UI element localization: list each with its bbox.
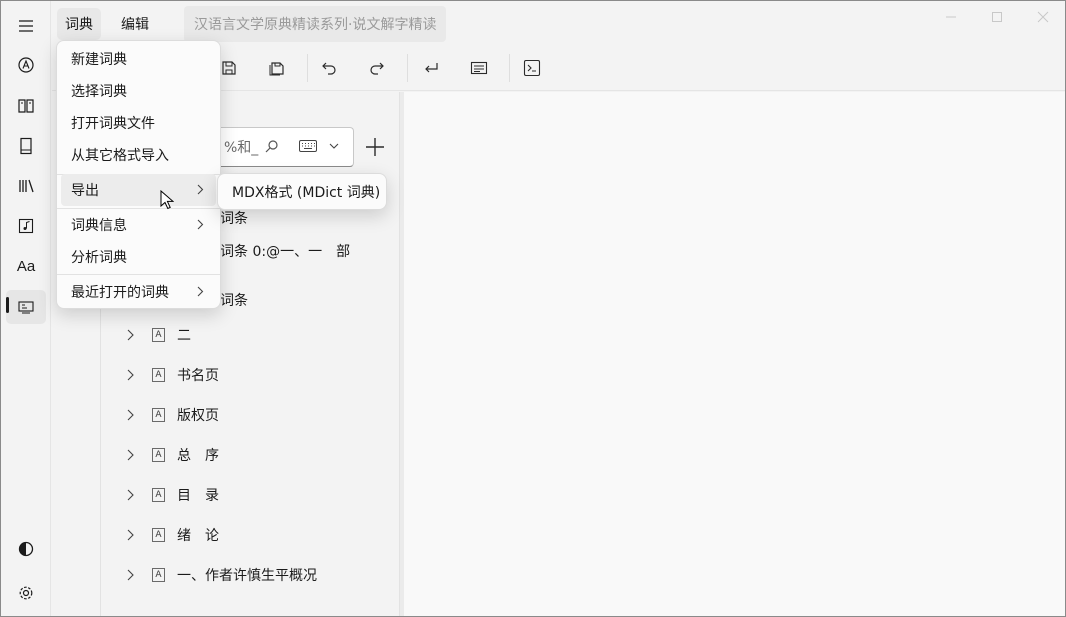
chevron-right-icon[interactable] — [126, 449, 134, 461]
minimize-icon[interactable] — [928, 1, 974, 33]
theme-icon[interactable] — [6, 532, 46, 566]
hamburger-icon[interactable] — [6, 9, 46, 43]
chevron-right-icon[interactable] — [126, 569, 134, 581]
tree-row[interactable]: A 一、作者许慎生平概况 — [101, 555, 399, 595]
content-area — [404, 92, 1065, 616]
entry-icon: A — [152, 528, 165, 542]
menu-item-recent-dictionaries[interactable]: 最近打开的词典 — [61, 276, 216, 308]
chevron-right-icon[interactable] — [126, 329, 134, 341]
font-icon[interactable]: Aa — [6, 249, 46, 283]
list-item[interactable]: 词条 0:@一、一 部 — [220, 241, 350, 261]
book-icon[interactable] — [6, 89, 46, 123]
toolbar-divider — [509, 54, 510, 82]
chevron-right-icon — [197, 286, 204, 297]
undo-icon[interactable] — [312, 52, 346, 84]
menu-divider — [57, 274, 220, 275]
entry-icon: A — [152, 488, 165, 502]
dictionary-editor-icon[interactable] — [6, 290, 46, 324]
chevron-right-icon[interactable] — [126, 529, 134, 541]
tree-row[interactable]: A 总 序 — [101, 435, 399, 475]
chevron-right-icon — [197, 184, 204, 195]
menu-item-dictionary-info[interactable]: 词典信息 — [61, 209, 216, 241]
search-dictionary-icon[interactable] — [6, 48, 46, 82]
enter-icon[interactable] — [414, 52, 448, 84]
entry-icon: A — [152, 448, 165, 462]
terminal-icon[interactable] — [515, 52, 549, 84]
chevron-right-icon[interactable] — [126, 369, 134, 381]
menu-item-export-mdx[interactable]: MDX格式 (MDict 词典) — [232, 182, 380, 202]
active-indicator — [6, 297, 9, 313]
menu-item-import[interactable]: 从其它格式导入 — [61, 139, 216, 171]
nav-rail: Aa — [1, 1, 51, 616]
menu-edit[interactable]: 编辑 — [113, 8, 157, 40]
music-icon[interactable] — [6, 209, 46, 243]
menu-item-select-dictionary[interactable]: 选择词典 — [61, 75, 216, 107]
chevron-right-icon[interactable] — [126, 489, 134, 501]
app-window: Aa 词典 编辑 汉语言文学原典精读系列·说文解字精读 %和_ 词条 词条 0:… — [0, 0, 1066, 617]
bookmark-icon[interactable] — [6, 129, 46, 163]
plus-icon — [365, 137, 385, 157]
entry-icon: A — [152, 568, 165, 582]
tree-row[interactable]: A 二 — [101, 315, 399, 355]
library-icon[interactable] — [6, 169, 46, 203]
list-item[interactable]: 词条 — [220, 208, 248, 228]
settings-icon[interactable] — [6, 576, 46, 610]
menu-dictionary[interactable]: 词典 — [57, 8, 101, 40]
list-item[interactable]: 词条 — [220, 290, 248, 310]
keyboard-icon[interactable] — [299, 140, 317, 152]
entry-icon: A — [152, 408, 165, 422]
search-icon[interactable] — [265, 139, 279, 153]
chevron-right-icon — [197, 219, 204, 230]
tree-row[interactable]: A 绪 论 — [101, 515, 399, 555]
entry-icon: A — [152, 368, 165, 382]
preview-icon[interactable] — [462, 52, 496, 84]
maximize-icon[interactable] — [974, 1, 1020, 33]
menu-item-new-dictionary[interactable]: 新建词典 — [61, 43, 216, 75]
save-all-icon[interactable] — [260, 52, 294, 84]
toolbar-divider — [307, 54, 308, 82]
export-submenu: MDX格式 (MDict 词典) — [217, 173, 387, 210]
tree-row[interactable]: A 书名页 — [101, 355, 399, 395]
document-title: 汉语言文学原典精读系列·说文解字精读 — [184, 6, 446, 42]
tree-row[interactable]: A 版权页 — [101, 395, 399, 435]
toolbar-divider — [407, 54, 408, 82]
chevron-right-icon[interactable] — [126, 409, 134, 421]
menu-item-analyze-dictionary[interactable]: 分析词典 — [61, 241, 216, 273]
chevron-down-icon[interactable] — [329, 142, 339, 150]
menu-item-export[interactable]: 导出 — [61, 174, 216, 206]
close-icon[interactable] — [1020, 1, 1065, 33]
tree-row[interactable]: A 目 录 — [101, 475, 399, 515]
add-entry-button[interactable] — [361, 132, 389, 162]
redo-icon[interactable] — [360, 52, 394, 84]
dictionary-menu: 新建词典 选择词典 打开词典文件 从其它格式导入 导出 词典信息 分析词典 最近… — [56, 40, 221, 309]
entry-icon: A — [152, 328, 165, 342]
menu-item-open-dictionary-file[interactable]: 打开词典文件 — [61, 107, 216, 139]
mouse-cursor-icon — [160, 190, 174, 210]
